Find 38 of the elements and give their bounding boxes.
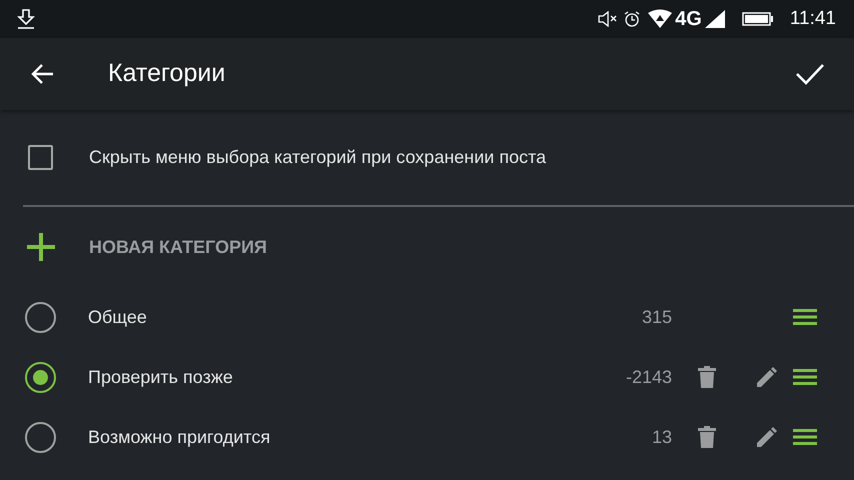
menu-icon <box>793 428 817 446</box>
drag-handle[interactable] <box>792 367 818 387</box>
mute-icon <box>597 11 620 27</box>
new-category-button[interactable]: НОВАЯ КАТЕГОРИЯ <box>0 207 854 287</box>
delete-button[interactable] <box>696 365 718 389</box>
network-type: 4G <box>675 7 702 32</box>
radio-button[interactable] <box>25 302 56 332</box>
post-count: 13 <box>650 426 672 448</box>
trash-icon <box>698 426 716 448</box>
checkmark-icon <box>795 62 825 86</box>
plus-icon <box>26 232 56 262</box>
signal-icon <box>704 9 726 29</box>
alarm-icon <box>623 10 642 28</box>
post-count: -2143 <box>624 366 672 388</box>
toolbar-title: Категории <box>108 58 226 90</box>
pencil-icon <box>757 367 777 387</box>
delete-button[interactable] <box>696 425 718 449</box>
wifi-icon <box>647 9 674 29</box>
back-arrow-icon <box>30 63 54 85</box>
checkbox[interactable] <box>28 145 53 170</box>
category-name[interactable]: Возможно пригодится <box>88 424 388 450</box>
menu-icon <box>793 308 817 326</box>
checkbox-label: Скрыть меню выбора категорий при сохранении поста <box>89 146 546 169</box>
radio-button[interactable] <box>25 362 56 392</box>
battery-icon <box>742 12 774 26</box>
download-icon <box>16 8 36 30</box>
pencil-icon <box>757 427 777 447</box>
edit-button[interactable] <box>756 366 778 388</box>
edit-button[interactable] <box>756 426 778 448</box>
clock: 11:41 <box>790 6 836 31</box>
category-name[interactable]: Проверить позже <box>88 364 388 390</box>
post-count: 315 <box>640 306 672 328</box>
drag-handle[interactable] <box>792 307 818 327</box>
trash-icon <box>698 366 716 388</box>
radio-button[interactable] <box>25 422 56 452</box>
drag-handle[interactable] <box>792 427 818 447</box>
menu-icon <box>793 368 817 386</box>
category-name[interactable]: Общее <box>88 304 388 330</box>
